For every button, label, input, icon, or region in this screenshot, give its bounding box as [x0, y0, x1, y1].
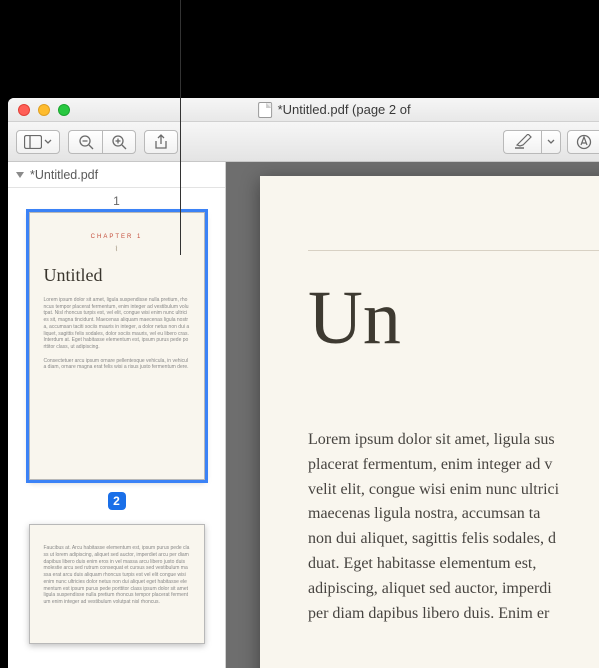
- page-title: Un: [308, 275, 599, 362]
- thumbnail-item: 1: [8, 194, 225, 212]
- body-line: Lorem ipsum dolor sit amet, ligula sus: [308, 428, 599, 453]
- body-line: duat. Eget habitasse elementum est,: [308, 552, 599, 577]
- document-proxy-icon[interactable]: [258, 102, 272, 118]
- zoom-out-icon: [78, 134, 94, 150]
- thumbnails-list: 1 CHAPTER 1 ⌇ Untitled Lorem ipsum dolor…: [8, 188, 225, 668]
- zoom-button-group: [68, 130, 136, 154]
- markup-icon: [576, 134, 592, 150]
- body-line: adipiscing, aliquet sed auctor, imperdi: [308, 577, 599, 602]
- highlight-button-group: [503, 130, 561, 154]
- page-thumbnail-selected[interactable]: CHAPTER 1 ⌇ Untitled Lorem ipsum dolor s…: [29, 212, 205, 480]
- thumb-ornament: ⌇: [44, 245, 190, 254]
- thumbnail-item[interactable]: CHAPTER 1 ⌇ Untitled Lorem ipsum dolor s…: [8, 212, 225, 524]
- zoom-out-button[interactable]: [68, 130, 102, 154]
- page-number-label: 1: [113, 194, 120, 208]
- document-page[interactable]: C Un Lorem ipsum dolor sit amet, ligula …: [260, 176, 599, 668]
- highlight-menu-button[interactable]: [541, 130, 561, 154]
- share-button[interactable]: [144, 130, 178, 154]
- chevron-down-icon: [547, 139, 555, 145]
- zoom-window-button[interactable]: [58, 104, 70, 116]
- content-area: *Untitled.pdf 1 CHAPTER 1 ⌇ Untitled Lor…: [8, 162, 599, 668]
- sidebar-document-title: *Untitled.pdf: [30, 168, 98, 182]
- body-line: per diam dapibus libero duis. Enim er: [308, 602, 599, 627]
- body-line: maecenas ligula nostra, accumsan ta: [308, 502, 599, 527]
- close-window-button[interactable]: [18, 104, 30, 116]
- share-icon: [154, 134, 168, 150]
- window-title: *Untitled.pdf (page 2 of: [278, 102, 411, 117]
- sidebar-toggle-button[interactable]: [16, 130, 60, 154]
- zoom-in-button[interactable]: [102, 130, 136, 154]
- page-number-badge: 2: [108, 492, 126, 510]
- window-title-area: *Untitled.pdf (page 2 of: [258, 102, 411, 118]
- highlight-icon: [514, 134, 532, 149]
- thumb-title: Untitled: [44, 263, 190, 287]
- disclosure-triangle-icon: [16, 172, 24, 178]
- main-document-view[interactable]: C Un Lorem ipsum dolor sit amet, ligula …: [226, 162, 599, 668]
- body-line: placerat fermentum, enim integer ad v: [308, 453, 599, 478]
- chevron-down-icon: [44, 139, 52, 145]
- sidebar-document-header[interactable]: *Untitled.pdf: [8, 162, 225, 188]
- callout-line: [180, 0, 181, 255]
- thumb-body-text: Faucibus at. Arcu habitasse elementum es…: [44, 545, 190, 606]
- thumbnail-item[interactable]: Faucibus at. Arcu habitasse elementum es…: [8, 524, 225, 654]
- thumbnail-content: CHAPTER 1 ⌇ Untitled Lorem ipsum dolor s…: [30, 213, 204, 383]
- minimize-window-button[interactable]: [38, 104, 50, 116]
- body-line: non dui aliquet, sagittis felis sodales,…: [308, 527, 599, 552]
- page-chapter-heading: C: [308, 220, 599, 236]
- sidebar-icon: [24, 135, 42, 149]
- thumb-body-text: Lorem ipsum dolor sit amet, ligula suspe…: [44, 297, 190, 371]
- titlebar: *Untitled.pdf (page 2 of: [8, 98, 599, 122]
- page-thumbnail[interactable]: Faucibus at. Arcu habitasse elementum es…: [29, 524, 205, 644]
- traffic-lights: [8, 104, 70, 116]
- thumb-chapter-label: CHAPTER 1: [44, 233, 190, 241]
- zoom-in-icon: [111, 134, 127, 150]
- toolbar: [8, 122, 599, 162]
- page-body-text: Lorem ipsum dolor sit amet, ligula sus p…: [308, 428, 599, 626]
- app-window: *Untitled.pdf (page 2 of: [8, 98, 599, 668]
- thumbnail-content: Faucibus at. Arcu habitasse elementum es…: [30, 525, 204, 618]
- highlight-button[interactable]: [503, 130, 541, 154]
- markup-toolbar-button[interactable]: [567, 130, 599, 154]
- body-line: velit elit, congue wisi enim nunc ultric…: [308, 478, 599, 503]
- thumbnails-sidebar: *Untitled.pdf 1 CHAPTER 1 ⌇ Untitled Lor…: [8, 162, 226, 668]
- page-rule: [308, 250, 599, 251]
